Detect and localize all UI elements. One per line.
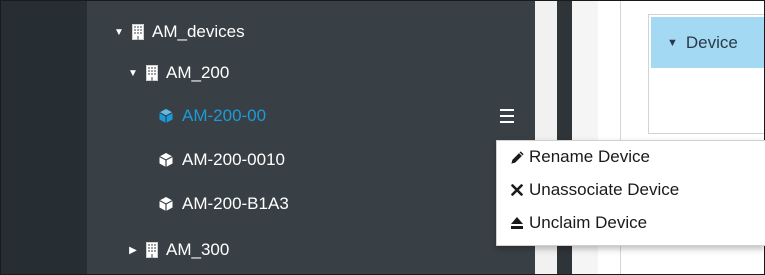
device-context-menu: Rename Device Unassociate Device Unclaim… — [496, 140, 765, 246]
menu-item-label: Rename Device — [529, 147, 650, 166]
eject-icon — [509, 216, 525, 230]
caret-down-icon[interactable]: ▼ — [114, 27, 124, 38]
cube-icon — [158, 108, 174, 124]
left-navigation-rail — [1, 1, 87, 274]
tree-item-label: AM-200-00 — [182, 106, 267, 125]
menu-item-unclaim-device[interactable]: Unclaim Device — [509, 213, 647, 233]
building-icon — [146, 65, 158, 81]
cube-icon — [158, 152, 174, 168]
tree-item-am-300[interactable]: ▶ AM_300 — [128, 238, 229, 262]
tree-item-am-devices[interactable]: ▼ AM_devices — [114, 20, 245, 44]
building-icon — [132, 24, 144, 40]
caret-down-icon: ▼ — [667, 36, 678, 49]
tree-item-label: AM_200 — [166, 63, 230, 82]
menu-item-label: Unclaim Device — [529, 213, 648, 232]
tree-item-label: AM_300 — [166, 240, 230, 259]
tree-item-am-200-b1a3[interactable]: AM-200-B1A3 — [158, 192, 289, 216]
caret-right-icon[interactable]: ▶ — [128, 245, 138, 256]
tree-item-label: AM_devices — [152, 22, 245, 41]
caret-down-icon[interactable]: ▼ — [128, 68, 138, 79]
tree-item-am-200[interactable]: ▼ AM_200 — [128, 61, 229, 85]
x-icon — [509, 184, 525, 196]
cube-icon — [158, 196, 174, 212]
pencil-icon — [509, 150, 525, 165]
tree-item-label: AM-200-0010 — [182, 150, 286, 169]
menu-item-unassociate-device[interactable]: Unassociate Device — [509, 180, 679, 200]
device-header-label: Device — [685, 32, 738, 52]
hamburger-menu-icon[interactable] — [500, 109, 514, 123]
menu-item-rename-device[interactable]: Rename Device — [509, 147, 650, 167]
tree-item-label: AM-200-B1A3 — [182, 194, 289, 213]
building-icon — [146, 242, 158, 258]
tree-item-am-200-00[interactable]: AM-200-00 — [158, 104, 266, 128]
tree-item-am-200-0010[interactable]: AM-200-0010 — [158, 148, 285, 172]
device-section-header[interactable]: ▼ Device — [651, 17, 764, 68]
menu-item-label: Unassociate Device — [529, 180, 680, 199]
